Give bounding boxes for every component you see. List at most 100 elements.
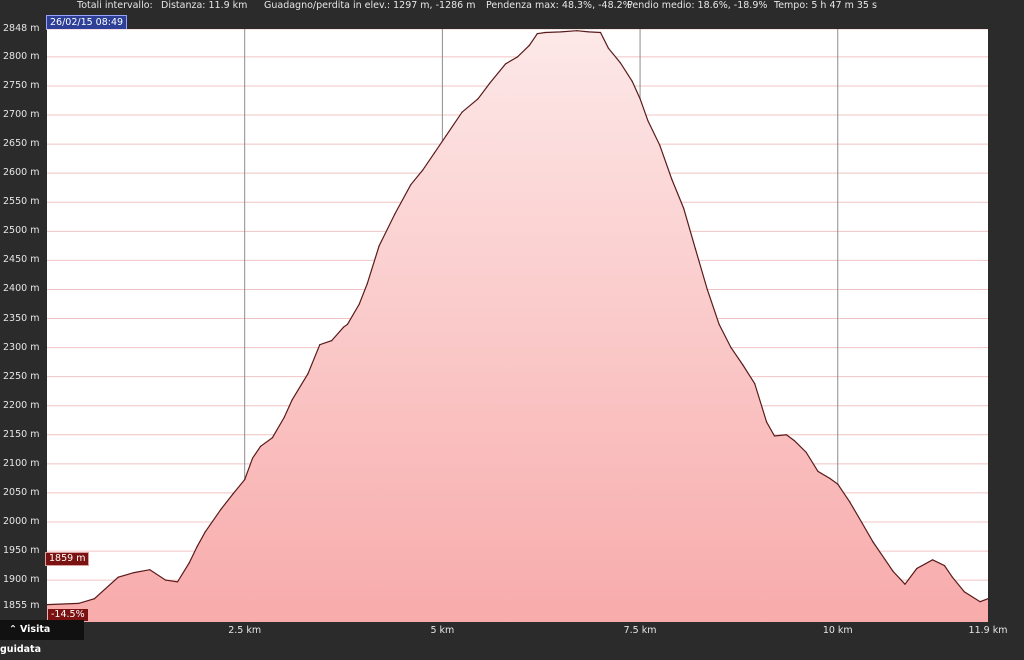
data-point xyxy=(805,451,807,453)
x-tick-label: 10 km xyxy=(822,625,853,636)
guided-tour-button[interactable]: ⌃ Visita guidata xyxy=(0,620,84,655)
summary-bar: Totali intervallo: Distanza: 11.9 km Gua… xyxy=(0,0,1024,14)
data-point xyxy=(943,565,946,567)
x-tick-label: 7.5 km xyxy=(623,625,657,636)
data-point xyxy=(849,501,851,503)
data-point xyxy=(785,434,787,436)
summary-gain-loss: Guadagno/perdita in elev.: 1297 m, -1286… xyxy=(264,0,476,11)
data-point xyxy=(251,457,254,459)
data-point xyxy=(307,373,309,375)
data-point xyxy=(461,111,463,113)
data-point xyxy=(433,152,436,154)
data-point xyxy=(742,364,744,366)
data-point xyxy=(963,591,965,593)
data-point xyxy=(366,283,368,285)
x-tick-label: 5 km xyxy=(430,625,455,636)
y-tick-label: 2700 m xyxy=(3,109,40,121)
data-point xyxy=(892,570,894,573)
data-point xyxy=(904,583,906,585)
data-point xyxy=(619,62,621,64)
data-point xyxy=(232,493,234,495)
data-point xyxy=(271,437,273,439)
data-point xyxy=(505,63,507,65)
y-tick-label: 2750 m xyxy=(3,79,40,91)
y-tick-label: 2100 m xyxy=(3,457,40,469)
data-point xyxy=(932,559,934,561)
data-point xyxy=(951,576,954,578)
elevation-area xyxy=(47,30,988,622)
y-tick-label: 2450 m xyxy=(3,254,40,266)
data-point xyxy=(133,571,135,574)
y-tick-label: 2200 m xyxy=(3,399,40,411)
y-tick-label: 2848 m xyxy=(3,23,40,34)
data-point xyxy=(244,478,246,481)
summary-max-grade: Pendenza max: 48.3%, -48.2% xyxy=(486,0,632,11)
data-point xyxy=(346,323,349,325)
y-tick-label: 2550 m xyxy=(3,196,40,208)
data-point xyxy=(283,416,285,418)
data-point xyxy=(765,421,768,423)
data-point xyxy=(773,435,776,437)
data-point xyxy=(196,545,198,548)
data-point xyxy=(706,288,708,291)
y-tick-label: 2000 m xyxy=(3,516,40,527)
data-point xyxy=(319,344,321,346)
data-point xyxy=(477,98,479,100)
y-tick-label: 2050 m xyxy=(3,486,40,498)
y-tick-label: 2600 m xyxy=(3,167,40,179)
summary-distance: Distanza: 11.9 km xyxy=(161,0,248,11)
data-point xyxy=(342,326,345,328)
data-point xyxy=(631,80,633,82)
data-point xyxy=(78,602,80,604)
data-point xyxy=(544,31,546,34)
data-point xyxy=(730,346,732,349)
data-point xyxy=(718,323,720,325)
data-point xyxy=(576,30,578,32)
data-point xyxy=(165,579,167,581)
data-point xyxy=(979,601,981,603)
x-tick-label: 2.5 km xyxy=(228,625,262,636)
y-tick-label: 2250 m xyxy=(3,370,40,382)
x-tick-label: 11.9 km xyxy=(968,625,1008,636)
y-tick-label: 2400 m xyxy=(3,283,40,295)
summary-time: Tempo: 5 h 47 m 35 s xyxy=(774,0,877,11)
data-point xyxy=(331,340,333,342)
data-point xyxy=(117,576,119,578)
data-point xyxy=(872,541,874,543)
data-point xyxy=(560,31,562,33)
data-point xyxy=(860,521,863,523)
data-point xyxy=(176,581,179,583)
elevation-chart xyxy=(47,29,988,622)
data-point xyxy=(410,184,412,186)
data-point xyxy=(93,598,96,600)
y-tick-label: 2800 m xyxy=(3,50,40,62)
y-tick-label: 1950 m xyxy=(3,545,40,557)
elevation-plot[interactable] xyxy=(47,29,988,622)
data-point xyxy=(793,440,795,442)
data-point xyxy=(829,477,831,480)
y-tick-label: 2150 m xyxy=(3,428,40,440)
data-point xyxy=(204,531,206,533)
data-point xyxy=(220,508,222,510)
data-point xyxy=(358,303,360,305)
data-point xyxy=(754,383,756,385)
y-tick-label: 2350 m xyxy=(3,312,40,324)
data-point xyxy=(291,399,293,401)
data-point xyxy=(659,144,661,146)
data-point xyxy=(259,445,262,448)
data-point xyxy=(422,169,424,171)
date-badge: 26/02/15 08:49 xyxy=(46,15,128,30)
data-point xyxy=(884,559,886,561)
data-point xyxy=(607,47,610,49)
y-tick-label: 1855 m xyxy=(3,600,40,612)
cursor-elevation-label: 1859 m xyxy=(45,552,90,566)
data-point xyxy=(647,120,649,122)
data-point xyxy=(916,567,918,570)
summary-label: Totali intervallo: xyxy=(77,0,153,11)
data-point xyxy=(445,134,447,136)
data-point xyxy=(837,483,839,485)
data-point xyxy=(817,470,819,473)
summary-avg-grade: Pendio medio: 18.6%, -18.9% xyxy=(627,0,768,11)
data-point xyxy=(536,33,538,35)
y-tick-label: 1900 m xyxy=(3,574,40,586)
